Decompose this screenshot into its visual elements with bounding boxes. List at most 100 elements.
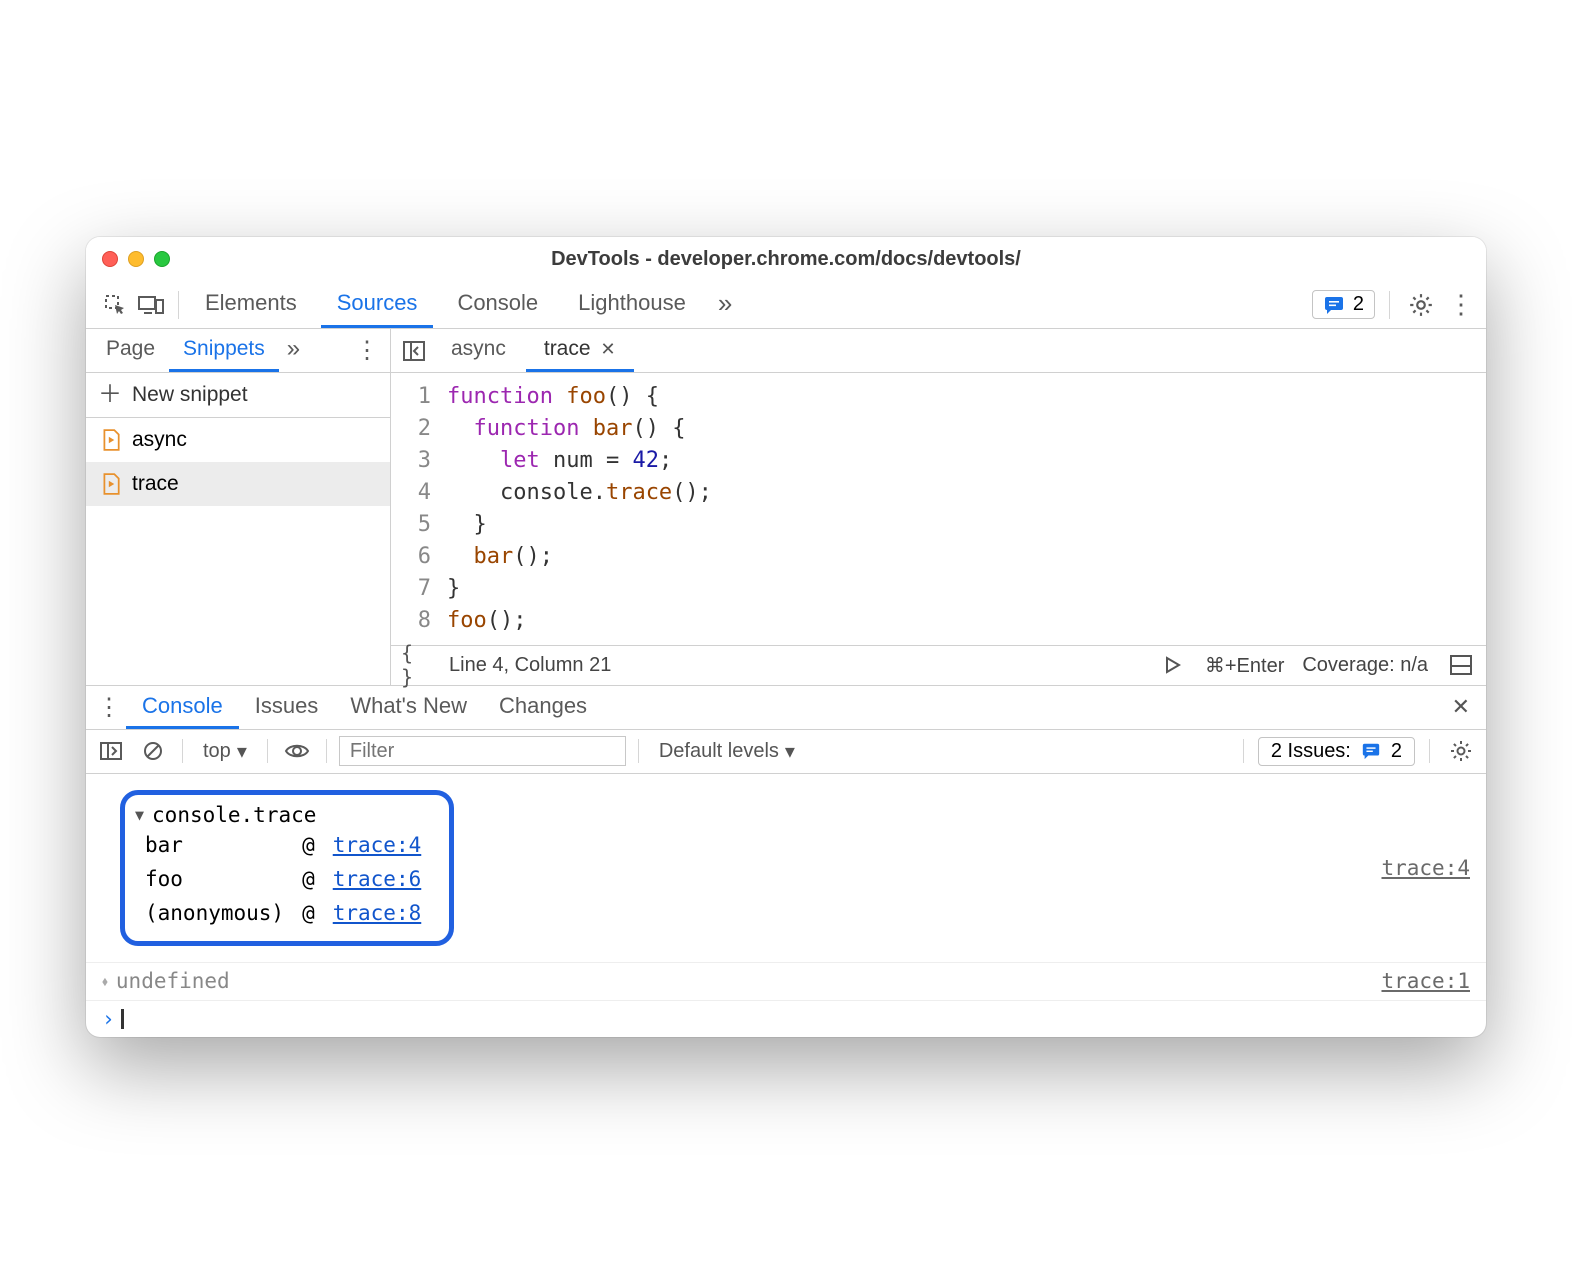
snippet-item-async[interactable]: async [86, 418, 390, 462]
frame-source-link[interactable]: trace:6 [333, 867, 422, 891]
editor-tab-async[interactable]: async [433, 329, 524, 372]
chevron-down-icon: ▾ [785, 739, 795, 764]
issues-indicator-label: 2 Issues: [1271, 740, 1351, 763]
issues-chip[interactable]: 2 [1312, 290, 1375, 319]
live-expression-icon[interactable] [280, 734, 314, 768]
separator [1429, 739, 1430, 763]
code-content: function foo() { function bar() { let nu… [447, 381, 1486, 636]
navigator-tab-snippets[interactable]: Snippets [169, 329, 279, 372]
log-levels-selector[interactable]: Default levels ▾ [651, 735, 803, 768]
snippet-item-trace[interactable]: trace [86, 462, 390, 506]
frame-source-link[interactable]: trace:8 [333, 901, 422, 925]
context-selector[interactable]: top ▾ [195, 735, 255, 768]
more-tabs-button[interactable]: » [710, 281, 740, 328]
close-drawer-icon[interactable]: ✕ [1442, 694, 1480, 720]
tab-console[interactable]: Console [441, 281, 554, 328]
cursor-position: Line 4, Column 21 [449, 654, 611, 677]
separator [182, 739, 183, 763]
at-symbol: @ [294, 863, 323, 895]
settings-icon[interactable] [1404, 288, 1438, 322]
stack-trace: bar @ trace:4 foo @ trace:6 (anonymous) … [135, 827, 431, 931]
separator [267, 739, 268, 763]
navigator-tab-page[interactable]: Page [92, 329, 169, 372]
issues-count: 2 [1353, 293, 1364, 316]
return-value: undefined [116, 969, 230, 993]
issue-icon [1323, 294, 1345, 316]
run-snippet-icon[interactable] [1157, 650, 1187, 680]
toolbar-right: 2 ⋮ [1312, 288, 1478, 322]
disclosure-triangle-icon[interactable]: ▼ [135, 806, 144, 824]
editor-pane: async trace ✕ 12345678 function foo() { … [391, 329, 1486, 684]
console-return-row: ⬪ undefined trace:1 [86, 962, 1486, 1000]
issues-indicator[interactable]: 2 Issues: 2 [1258, 737, 1415, 766]
drawer-tab-issues[interactable]: Issues [239, 686, 335, 729]
prompt-chevron-icon: › [102, 1007, 115, 1031]
navigator-pane: Page Snippets » ⋮ ＋ New snippet async tr… [86, 329, 391, 684]
frame-fn: (anonymous) [137, 897, 292, 929]
return-source-link[interactable]: trace:1 [1381, 969, 1470, 993]
console-sidebar-icon[interactable] [94, 734, 128, 768]
editor-tab-label: async [451, 337, 506, 361]
tab-lighthouse[interactable]: Lighthouse [562, 281, 702, 328]
navigator-tabs: Page Snippets » ⋮ [86, 329, 390, 373]
new-snippet-button[interactable]: ＋ New snippet [86, 373, 390, 418]
console-prompt[interactable]: › [86, 1000, 1486, 1037]
toggle-navigator-icon[interactable] [397, 334, 431, 368]
pretty-print-icon[interactable]: { } [401, 650, 431, 680]
line-gutter: 12345678 [391, 381, 447, 636]
filter-input[interactable] [339, 736, 626, 766]
issues-indicator-count: 2 [1391, 740, 1402, 763]
issue-icon [1361, 741, 1381, 761]
at-symbol: @ [294, 897, 323, 929]
separator [1243, 739, 1244, 763]
console-settings-icon[interactable] [1444, 734, 1478, 768]
titlebar: DevTools - developer.chrome.com/docs/dev… [86, 237, 1486, 281]
more-menu-icon[interactable]: ⋮ [1444, 288, 1478, 322]
plus-icon: ＋ [98, 383, 122, 407]
navigator-menu-icon[interactable]: ⋮ [350, 334, 384, 368]
context-label: top [203, 740, 231, 763]
minimize-window-button[interactable] [128, 251, 144, 267]
separator [178, 291, 179, 319]
zoom-window-button[interactable] [154, 251, 170, 267]
device-toolbar-icon[interactable] [134, 288, 168, 322]
separator [1389, 291, 1390, 319]
trace-source-link[interactable]: trace:4 [1381, 856, 1470, 880]
tab-elements[interactable]: Elements [189, 281, 313, 328]
tab-sources[interactable]: Sources [321, 281, 434, 328]
close-tab-icon[interactable]: ✕ [601, 339, 616, 360]
stack-frame: (anonymous) @ trace:8 [137, 897, 429, 929]
drawer-tab-changes[interactable]: Changes [483, 686, 603, 729]
drawer-menu-icon[interactable]: ⋮ [92, 690, 126, 724]
toggle-debugger-icon[interactable] [1446, 650, 1476, 680]
editor-tab-trace[interactable]: trace ✕ [526, 329, 634, 372]
navigator-more-tabs[interactable]: » [279, 329, 308, 372]
frame-fn: bar [137, 829, 292, 861]
coverage-label: Coverage: n/a [1302, 654, 1428, 677]
drawer-tab-console[interactable]: Console [126, 686, 239, 729]
drawer-tab-whatsnew[interactable]: What's New [334, 686, 483, 729]
editor-tab-label: trace [544, 337, 591, 361]
return-arrow-icon: ⬪ [102, 969, 108, 994]
run-shortcut: ⌘+Enter [1205, 653, 1284, 678]
sources-split: Page Snippets » ⋮ ＋ New snippet async tr… [86, 329, 1486, 685]
separator [638, 739, 639, 763]
snippet-file-icon [100, 473, 122, 495]
close-window-button[interactable] [102, 251, 118, 267]
snippet-list: async trace [86, 418, 390, 684]
trace-header[interactable]: ▼ console.trace [135, 803, 431, 827]
panel-tabs: Elements Sources Console Lighthouse » [189, 281, 1310, 328]
snippet-name: trace [132, 472, 179, 496]
chevron-down-icon: ▾ [237, 739, 247, 764]
window-controls [102, 251, 170, 267]
frame-source-link[interactable]: trace:4 [333, 833, 422, 857]
clear-console-icon[interactable] [136, 734, 170, 768]
code-editor[interactable]: 12345678 function foo() { function bar()… [391, 373, 1486, 644]
console-trace-row: ▼ console.trace bar @ trace:4 foo @ trac… [86, 774, 1486, 962]
snippet-name: async [132, 428, 187, 452]
inspect-element-icon[interactable] [98, 288, 132, 322]
editor-tabs: async trace ✕ [391, 329, 1486, 373]
editor-statusbar: { } Line 4, Column 21 ⌘+Enter Coverage: … [391, 645, 1486, 685]
window-title: DevTools - developer.chrome.com/docs/dev… [86, 248, 1486, 271]
stack-frame: foo @ trace:6 [137, 863, 429, 895]
